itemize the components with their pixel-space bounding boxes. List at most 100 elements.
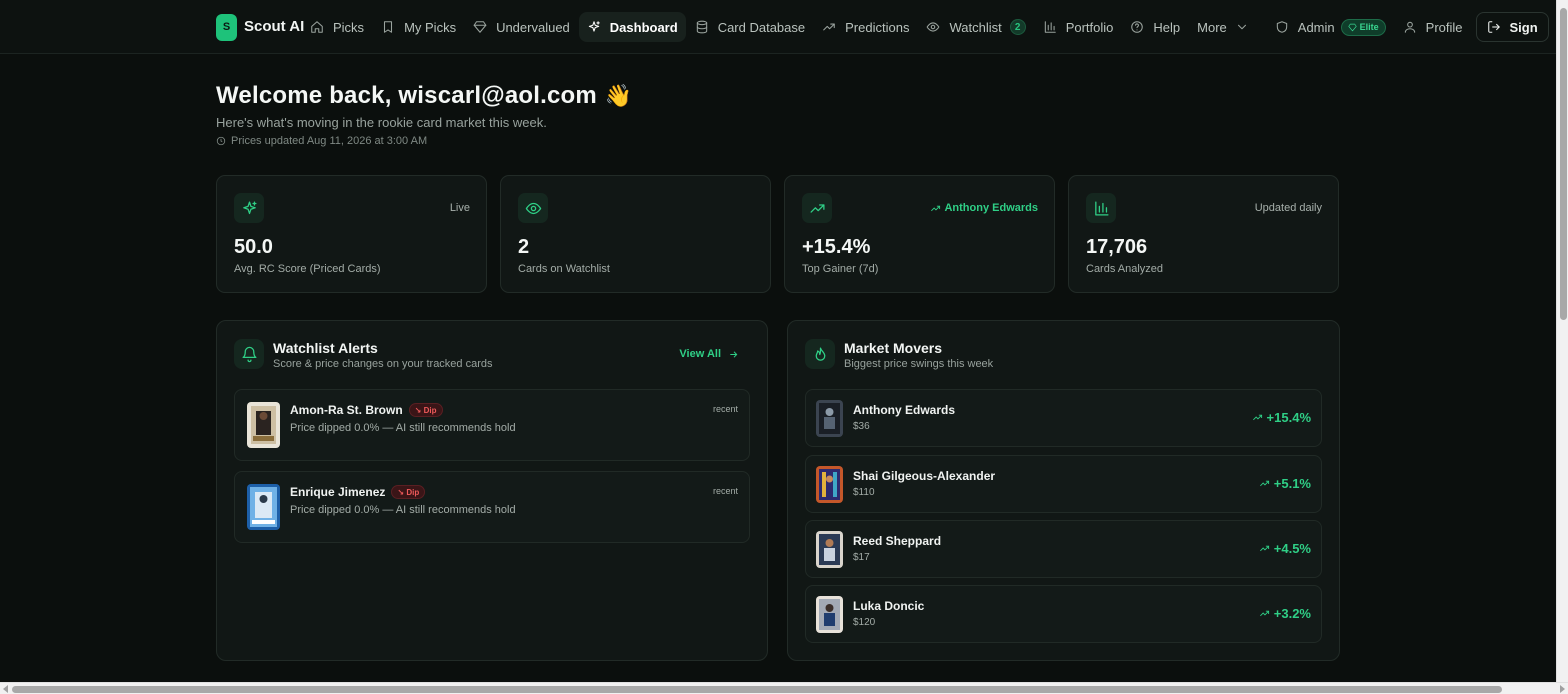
mover-item[interactable]: Reed Sheppard $17 +4.5% bbox=[805, 520, 1322, 578]
nav-undervalued[interactable]: Undervalued bbox=[465, 12, 578, 42]
trending-up-icon bbox=[823, 23, 835, 31]
flame-icon bbox=[805, 339, 835, 369]
card-thumbnail bbox=[816, 466, 843, 503]
alert-player-name: Enrique Jimenez ↘ Dip bbox=[290, 485, 426, 499]
brand-badge: S bbox=[216, 13, 237, 41]
alert-time: recent bbox=[712, 486, 738, 496]
nav-admin[interactable]: Admin Elite bbox=[1267, 12, 1394, 42]
card-thumbnail bbox=[247, 484, 280, 530]
watchlist-alerts-panel: Watchlist Alerts Score & price changes o… bbox=[216, 320, 768, 661]
nav-more-label: More bbox=[1197, 19, 1227, 35]
prices-updated-text: Prices updated Aug 11, 2026 at 3:00 AM bbox=[231, 135, 428, 147]
stat-label: Cards Analyzed bbox=[1086, 263, 1164, 275]
stat-tag: Updated daily bbox=[1254, 202, 1322, 214]
sign-out-button[interactable]: Sign bbox=[1475, 12, 1549, 42]
stat-value: 2 bbox=[518, 236, 530, 258]
nav-predictions[interactable]: Predictions bbox=[814, 12, 917, 42]
home-icon bbox=[311, 21, 323, 33]
vertical-scrollbar[interactable] bbox=[1556, 0, 1568, 682]
card-price: $17 bbox=[853, 552, 870, 563]
alert-time: recent bbox=[712, 404, 738, 414]
bar-chart-icon bbox=[1044, 21, 1056, 33]
nav-watchlist[interactable]: Watchlist 2 bbox=[918, 12, 1033, 42]
nav-portfolio[interactable]: Portfolio bbox=[1035, 12, 1122, 42]
price-change: +5.1% bbox=[1259, 476, 1311, 491]
panel-title: Watchlist Alerts bbox=[273, 340, 378, 356]
nav-profile-label: Profile bbox=[1425, 19, 1463, 35]
trending-up-icon bbox=[1259, 480, 1269, 487]
nav-watchlist-label: Watchlist bbox=[949, 19, 1002, 35]
player-name: Anthony Edwards bbox=[853, 403, 956, 417]
bookmark-icon bbox=[384, 21, 393, 33]
alert-player-name: Amon-Ra St. Brown ↘ Dip bbox=[290, 403, 443, 417]
nav-picks-label: Picks bbox=[333, 19, 365, 35]
nav-predictions-label: Predictions bbox=[845, 19, 910, 35]
nav-dashboard[interactable]: Dashboard bbox=[578, 12, 686, 42]
nav-admin-label: Admin bbox=[1297, 19, 1335, 35]
vertical-scrollbar-thumb[interactable] bbox=[1560, 8, 1567, 320]
nav-picks[interactable]: Picks bbox=[302, 12, 372, 42]
welcome-text: Welcome back, wiscarl@aol.com bbox=[216, 82, 597, 109]
top-gainer-tag[interactable]: Anthony Edwards bbox=[930, 202, 1038, 214]
card-thumbnail bbox=[816, 400, 843, 437]
bell-icon bbox=[234, 339, 264, 369]
nav-more-dropdown[interactable]: More bbox=[1189, 12, 1266, 42]
alert-item[interactable]: Enrique Jimenez ↘ Dip Price dipped 0.0% … bbox=[234, 471, 750, 543]
bar-chart-icon bbox=[1086, 193, 1116, 223]
prices-updated: Prices updated Aug 11, 2026 at 3:00 AM bbox=[216, 135, 427, 147]
brand-name: Scout AI bbox=[244, 18, 305, 35]
elite-badge-label: Elite bbox=[1359, 22, 1379, 32]
mover-item[interactable]: Luka Doncic $120 +3.2% bbox=[805, 585, 1322, 643]
mover-item[interactable]: Shai Gilgeous-Alexander $110 +5.1% bbox=[805, 455, 1322, 513]
eye-icon bbox=[927, 22, 940, 32]
horizontal-scrollbar[interactable] bbox=[0, 682, 1568, 694]
stat-value: 17,706 bbox=[1086, 236, 1148, 258]
dip-badge: ↘ Dip bbox=[408, 403, 443, 417]
scroll-left-arrow[interactable] bbox=[3, 685, 8, 693]
card-price: $120 bbox=[853, 617, 876, 628]
brand-logo[interactable]: S Scout AI bbox=[216, 13, 305, 41]
trending-up-icon bbox=[1259, 545, 1269, 552]
eye-icon bbox=[518, 193, 548, 223]
diamond-icon bbox=[473, 21, 487, 33]
nav-help[interactable]: Help bbox=[1122, 12, 1188, 42]
help-circle-icon bbox=[1131, 21, 1144, 33]
price-change: +4.5% bbox=[1259, 541, 1311, 556]
log-out-icon bbox=[1487, 21, 1500, 33]
nav-my-picks-label: My Picks bbox=[404, 19, 457, 35]
stat-label: Top Gainer (7d) bbox=[802, 263, 879, 275]
scroll-right-arrow[interactable] bbox=[1560, 685, 1565, 693]
alert-message: Price dipped 0.0% — AI still recommends … bbox=[290, 422, 516, 434]
view-all-label: View All bbox=[679, 348, 721, 360]
alert-item[interactable]: Amon-Ra St. Brown ↘ Dip Price dipped 0.0… bbox=[234, 389, 750, 461]
card-price: $110 bbox=[853, 487, 875, 498]
top-nav: S Scout AI Picks My Picks Undervalued Da… bbox=[0, 0, 1556, 54]
stat-tag: Live bbox=[449, 202, 470, 214]
price-change-value: +15.4% bbox=[1266, 410, 1311, 425]
panel-subtitle: Biggest price swings this week bbox=[844, 358, 994, 370]
mover-item[interactable]: Anthony Edwards $36 +15.4% bbox=[805, 389, 1322, 447]
waving-hand-icon: 👋 bbox=[604, 83, 633, 108]
stat-card-top-gainer: Anthony Edwards +15.4% Top Gainer (7d) bbox=[784, 175, 1055, 293]
player-name: Luka Doncic bbox=[853, 599, 925, 613]
nav-card-database[interactable]: Card Database bbox=[687, 12, 813, 42]
horizontal-scrollbar-thumb[interactable] bbox=[12, 686, 1502, 693]
nav-profile[interactable]: Profile bbox=[1395, 12, 1471, 42]
player-name: Shai Gilgeous-Alexander bbox=[853, 469, 996, 483]
stat-card-rc-score: Live 50.0 Avg. RC Score (Priced Cards) bbox=[216, 175, 487, 293]
dip-label: Dip bbox=[423, 405, 437, 415]
diamond-icon bbox=[1348, 23, 1357, 31]
player-name: Amon-Ra St. Brown bbox=[290, 403, 403, 417]
top-gainer-name: Anthony Edwards bbox=[944, 202, 1038, 214]
sign-out-label: Sign bbox=[1509, 19, 1538, 35]
page-subtitle: Here's what's moving in the rookie card … bbox=[216, 115, 547, 130]
view-all-link[interactable]: View All bbox=[679, 348, 739, 360]
player-name: Enrique Jimenez bbox=[290, 485, 386, 499]
trending-up-icon bbox=[802, 193, 832, 223]
card-thumbnail bbox=[816, 531, 843, 568]
database-icon bbox=[696, 20, 707, 34]
dip-label: Dip bbox=[406, 487, 420, 497]
card-price: $36 bbox=[853, 421, 870, 432]
nav-my-picks[interactable]: My Picks bbox=[373, 12, 464, 42]
market-movers-panel: Market Movers Biggest price swings this … bbox=[787, 320, 1340, 661]
